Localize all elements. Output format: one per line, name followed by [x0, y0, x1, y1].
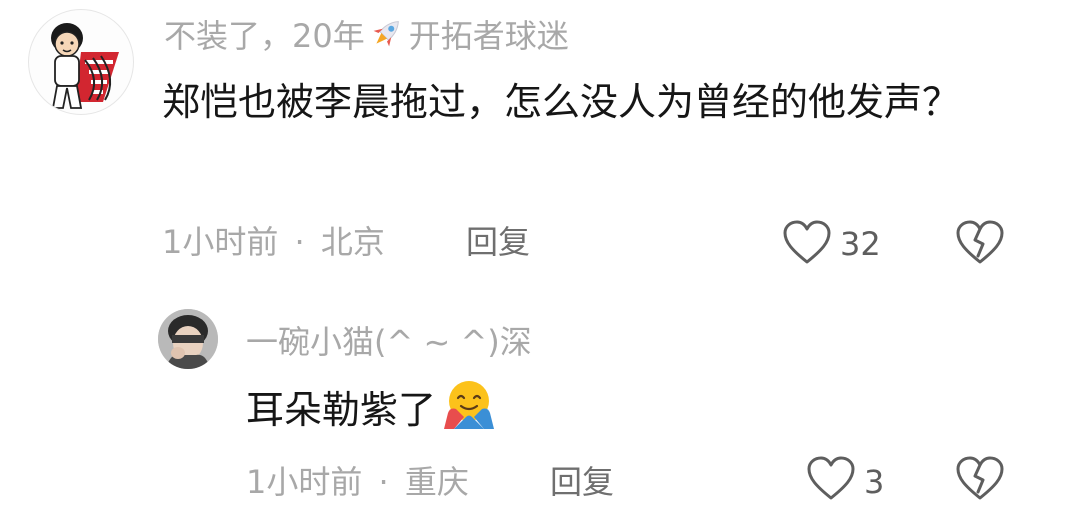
comment-location: 北京	[320, 223, 385, 261]
reply-button[interactable]: 回复	[550, 460, 614, 504]
like-heart-icon[interactable]	[806, 456, 856, 506]
meta-separator: ·	[378, 463, 389, 501]
dislike-broken-heart-icon[interactable]	[955, 220, 1005, 270]
like-count: 3	[864, 463, 885, 501]
reply-text-row: 耳朵勒紫了	[246, 376, 496, 452]
username-prefix: 不装了，20年	[164, 17, 365, 55]
like-heart-icon[interactable]	[782, 220, 832, 270]
reply-username[interactable]: 一碗小猫(^ ~ ^)深	[246, 320, 532, 364]
comment-meta: 1小时前 · 北京	[162, 220, 385, 264]
avatar[interactable]	[28, 9, 134, 115]
avatar-photo-icon	[158, 309, 218, 369]
reply-location: 重庆	[404, 463, 469, 501]
like-count: 32	[840, 225, 881, 263]
dislike-broken-heart-icon[interactable]	[955, 456, 1005, 506]
reply-text: 耳朵勒紫了	[246, 388, 437, 432]
username-suffix: 开拓者球迷	[408, 17, 569, 55]
comment-text: 郑恺也被李晨拖过，怎么没人为曾经的他发声？	[162, 80, 961, 124]
avatar[interactable]	[158, 309, 218, 369]
hugging-face-emoji-icon	[442, 377, 496, 452]
comment-username[interactable]: 不装了，20年 开拓者球迷	[164, 14, 569, 62]
reply-meta: 1小时前 · 重庆	[246, 460, 469, 504]
reply-time: 1小时前	[246, 463, 363, 501]
rocket-icon	[367, 15, 407, 62]
reply-button[interactable]: 回复	[466, 220, 530, 264]
avatar-cartoon-icon	[51, 23, 119, 109]
meta-separator: ·	[294, 223, 305, 261]
comment-time: 1小时前	[162, 223, 279, 261]
